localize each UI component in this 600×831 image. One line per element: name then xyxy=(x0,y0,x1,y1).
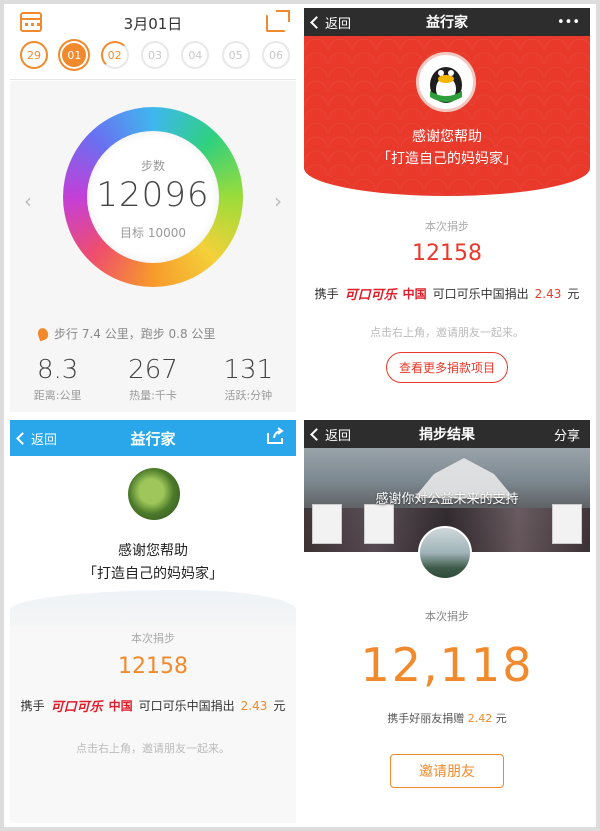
day-button[interactable]: 05 xyxy=(221,41,250,69)
stat-label: 距离:公里 xyxy=(33,389,82,402)
chevron-left-icon xyxy=(16,431,29,445)
avatar xyxy=(128,468,180,520)
stat-label: 热量:千卡 xyxy=(129,389,177,402)
donation-result: 本次捐步 12158 携手 可口可乐 中国 可口可乐中国捐出 2.43 元 点击… xyxy=(10,626,296,823)
day-button[interactable]: 29 xyxy=(20,41,48,69)
more-menu-button[interactable]: ••• xyxy=(557,15,580,30)
thanks-line-1: 感谢您帮助 xyxy=(118,543,188,559)
share-icon[interactable] xyxy=(266,427,286,449)
share-button[interactable]: 分享 xyxy=(554,425,580,444)
sponsor-line: 携手 可口可乐 中国 可口可乐中国捐出 2.43 元 xyxy=(304,284,590,304)
back-button[interactable]: 返回 xyxy=(16,429,58,448)
stat-distance: 8.3 距离:公里 xyxy=(18,355,98,403)
sponsor-text: 可口可乐中国捐出 xyxy=(432,287,529,301)
thanks-line-1: 感谢您帮助 xyxy=(412,129,482,145)
sponsor-region: 中国 xyxy=(108,699,133,713)
sponsor-logo: 可口可乐 xyxy=(50,700,103,715)
avatar xyxy=(418,526,472,580)
donation-label: 本次捐步 xyxy=(131,632,175,645)
stat-calories: 267 热量:千卡 xyxy=(113,355,193,403)
donation-red-panel: 返回 益行家 ••• 感谢您帮助 「打造自己的妈妈家」 本次捐步 12158 携… xyxy=(304,8,590,412)
navbar: 返回 益行家 xyxy=(10,420,296,456)
donated-steps: 12158 xyxy=(412,241,482,266)
photo-caption: 感谢你对公益未来的支持 xyxy=(375,492,519,507)
step-body: ‹ 步数 12096 目标 10000 › 步行 7.4 公里，跑步 0.8 公… xyxy=(10,81,296,412)
navbar: 返回 益行家 ••• xyxy=(304,8,590,36)
step-counter-panel: 3月01日 29 01 02 03 04 05 06 ‹ 步数 12096 目标… xyxy=(10,8,296,412)
sign-shape xyxy=(364,504,394,544)
share-icon[interactable] xyxy=(266,14,286,32)
sponsor-text: 携手好丽友捐赠 xyxy=(387,712,465,725)
chevron-left-icon xyxy=(310,427,323,441)
chevron-left-icon[interactable]: ‹ xyxy=(24,189,32,213)
date-title: 3月01日 xyxy=(123,15,183,33)
back-button[interactable]: 返回 xyxy=(310,425,352,444)
avatar xyxy=(416,52,476,112)
stat-value: 131 xyxy=(223,355,274,385)
invite-hint: 点击右上角，邀请朋友一起来。 xyxy=(76,742,230,755)
step-header: 3月01日 29 01 02 03 04 05 06 xyxy=(10,8,296,80)
sponsor-text: 可口可乐中国捐出 xyxy=(138,699,235,713)
donation-label: 本次捐步 xyxy=(425,220,469,233)
day-button-selected[interactable]: 01 xyxy=(62,43,87,67)
sign-shape xyxy=(552,504,582,544)
cloud-divider xyxy=(10,590,296,630)
ring-label: 步数 xyxy=(140,159,165,173)
ring-center: 步数 12096 目标 10000 xyxy=(87,131,219,263)
stat-label: 活跃:分钟 xyxy=(224,389,273,402)
back-button[interactable]: 返回 xyxy=(310,13,352,32)
donation-result-panel: 返回 捐步结果 分享 感谢你对公益未来的支持 本次捐步 12,118 携手好丽友… xyxy=(304,420,590,823)
stat-active: 131 活跃:分钟 xyxy=(208,355,288,403)
day-button[interactable]: 03 xyxy=(140,41,169,69)
stat-value: 8.3 xyxy=(36,355,79,385)
navbar: 返回 捐步结果 分享 xyxy=(304,420,590,448)
thanks-line-2: 「打造自己的妈妈家」 xyxy=(377,151,517,167)
chevron-right-icon[interactable]: › xyxy=(274,189,282,213)
stat-value: 267 xyxy=(128,355,178,385)
donation-amount: 2.43 xyxy=(534,286,562,301)
stats-row: 8.3 距离:公里 267 热量:千卡 131 活跃:分钟 xyxy=(10,355,296,403)
back-label: 返回 xyxy=(325,16,352,32)
step-ring: 步数 12096 目标 10000 xyxy=(63,107,243,287)
day-button[interactable]: 06 xyxy=(261,41,290,69)
sponsor-line: 携手 可口可乐 中国 可口可乐中国捐出 2.43 元 xyxy=(10,696,296,716)
sponsor-logo: 可口可乐 xyxy=(344,288,397,303)
thanks-text: 感谢您帮助 「打造自己的妈妈家」 xyxy=(10,540,296,586)
back-label: 返回 xyxy=(325,428,352,444)
step-goal: 目标 10000 xyxy=(120,226,186,240)
chevron-left-icon xyxy=(310,15,323,29)
invite-friends-button[interactable]: 邀请朋友 xyxy=(390,754,504,788)
currency-unit: 元 xyxy=(567,287,580,301)
penguin-icon xyxy=(430,67,462,103)
more-projects-button[interactable]: 查看更多捐款项目 xyxy=(385,352,509,383)
thanks-line-2: 「打造自己的妈妈家」 xyxy=(83,566,223,582)
back-label: 返回 xyxy=(31,432,58,448)
donation-label: 本次捐步 xyxy=(425,610,469,623)
donation-blue-panel: 返回 益行家 感谢您帮助 「打造自己的妈妈家」 本次捐步 12158 携手 可口… xyxy=(10,420,296,823)
donation-amount: 2.43 xyxy=(240,698,268,713)
run-icon xyxy=(36,326,50,341)
day-button[interactable]: 02 xyxy=(100,41,129,69)
day-button[interactable]: 04 xyxy=(181,41,210,69)
donated-steps: 12158 xyxy=(118,654,188,679)
invite-hint: 点击右上角，邀请朋友一起来。 xyxy=(370,326,524,339)
sponsor-region: 中国 xyxy=(402,287,427,301)
walk-summary: 步行 7.4 公里，跑步 0.8 公里 xyxy=(36,325,216,342)
sign-shape xyxy=(312,504,342,544)
currency-unit: 元 xyxy=(495,712,507,725)
red-banner: 感谢您帮助 「打造自己的妈妈家」 xyxy=(304,36,590,196)
sponsor-prefix: 携手 xyxy=(20,699,45,713)
donated-steps: 12,118 xyxy=(360,638,534,692)
donation-amount: 2.42 xyxy=(467,712,493,725)
sponsor-prefix: 携手 xyxy=(314,287,339,301)
day-selector: 29 01 02 03 04 05 06 xyxy=(20,41,290,69)
sponsor-line: 携手好丽友捐赠 2.42 元 xyxy=(304,710,590,726)
currency-unit: 元 xyxy=(273,699,286,713)
walk-summary-text: 步行 7.4 公里，跑步 0.8 公里 xyxy=(54,327,216,341)
step-count: 12096 xyxy=(96,175,210,215)
